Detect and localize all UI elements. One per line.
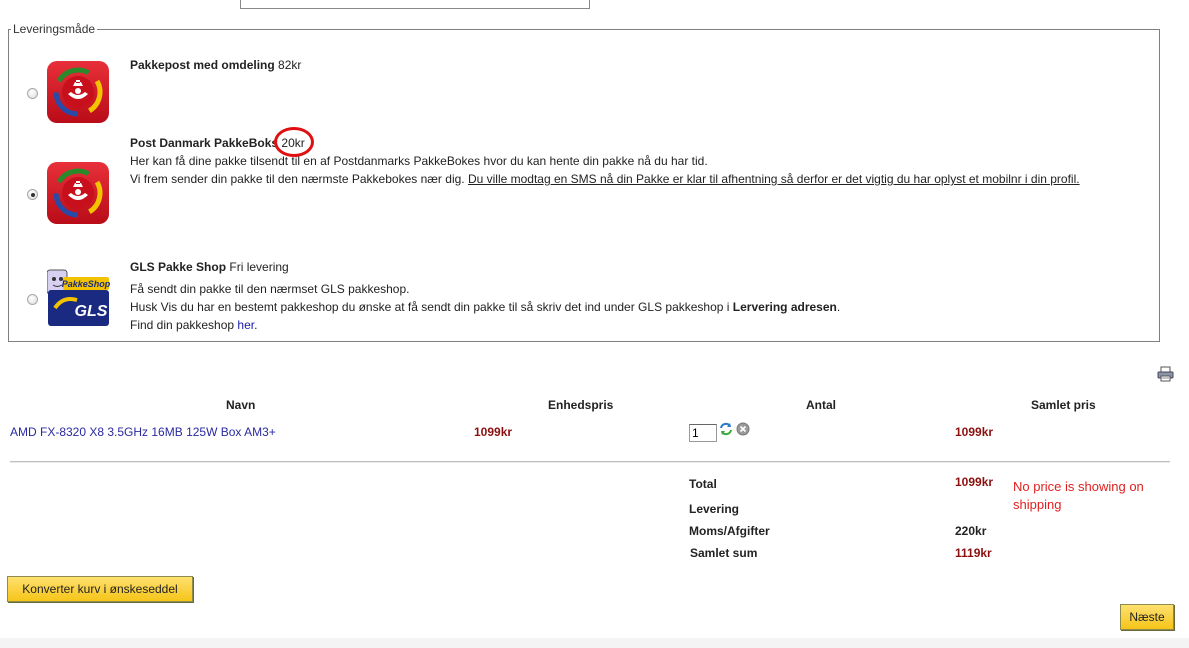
post-danmark-icon [47, 61, 109, 123]
radio-pakkepost[interactable] [27, 88, 38, 99]
header-total-price: Samlet pris [1031, 398, 1096, 412]
product-link[interactable]: AMD FX-8320 X8 3.5GHz 16MB 125W Box AM3+ [10, 425, 276, 439]
summary-grand-label: Samlet sum [690, 546, 758, 560]
header-name: Navn [226, 398, 256, 412]
post-danmark-icon [47, 162, 109, 224]
period: . [836, 300, 841, 314]
sms-notice: Du ville modtag en SMS nå din Pakke er k… [467, 172, 1080, 186]
summary-vat-label: Moms/Afgifter [689, 524, 770, 538]
option-name: Pakkepost med omdeling [130, 58, 275, 72]
next-button[interactable]: Næste [1120, 604, 1174, 630]
option-name: GLS Pakke Shop [130, 260, 227, 274]
option-price: Fri levering [229, 260, 289, 274]
option-gls: GLS Pakke Shop Fri levering Få sendt din… [130, 258, 840, 334]
summary-total-label: Total [689, 477, 717, 491]
refresh-icon[interactable] [718, 421, 734, 437]
delivery-address-label: Lervering adresen [732, 300, 837, 314]
radio-gls[interactable] [27, 294, 38, 305]
shipping-price-annotation: No price is showing on shipping [1013, 479, 1144, 512]
option-pakkeboks: Post Danmark PakkeBoks 20kr Her kan få d… [130, 134, 1080, 188]
option-description: Få sendt din pakke til den nærmset GLS p… [130, 282, 410, 296]
find-pakkeshop-text: Find din pakkeshop [130, 318, 238, 332]
option-pakkepost: Pakkepost med omdeling 82kr [130, 56, 301, 74]
header-quantity: Antal [806, 398, 836, 412]
table-divider [10, 461, 1170, 463]
option-description: Her kan få dine pakke tilsendt til en af… [130, 154, 708, 168]
option-description: Vi frem sender din pakke til den nærmste… [130, 172, 468, 186]
red-circle-annotation [274, 127, 314, 157]
print-icon[interactable] [1157, 366, 1174, 382]
summary-grand-value: 1119kr [955, 546, 992, 560]
summary-vat-value: 220kr [955, 524, 987, 538]
radio-pakkeboks[interactable] [27, 189, 38, 200]
period: . [254, 318, 258, 332]
row-total-price: 1099kr [955, 425, 994, 439]
remove-icon[interactable] [736, 422, 750, 436]
option-price: 82kr [278, 58, 302, 72]
gls-pakkeshop-icon: PakkeShop GLS [47, 269, 111, 326]
summary-total-value: 1099kr [955, 475, 994, 489]
option-description: Husk Vis du har en bestemt pakkeshop du … [130, 300, 733, 314]
header-unit-price: Enhedspris [548, 398, 614, 412]
logo-text-gls: GLS [75, 303, 108, 320]
find-pakkeshop-link[interactable]: her [237, 318, 254, 332]
convert-to-wishlist-button[interactable]: Konverter kurv i ønskeseddel [7, 576, 193, 602]
shipping-legend: Leveringsmåde [13, 22, 96, 36]
page-bottom-strip [0, 638, 1189, 648]
option-name: Post Danmark PakkeBoks [130, 136, 279, 150]
address-box-bottom [240, 0, 590, 9]
summary-delivery-label: Levering [689, 502, 740, 516]
unit-price: 1099kr [474, 425, 513, 439]
quantity-input[interactable] [689, 424, 717, 442]
logo-text-pakkeshop: PakkeShop [62, 279, 111, 289]
